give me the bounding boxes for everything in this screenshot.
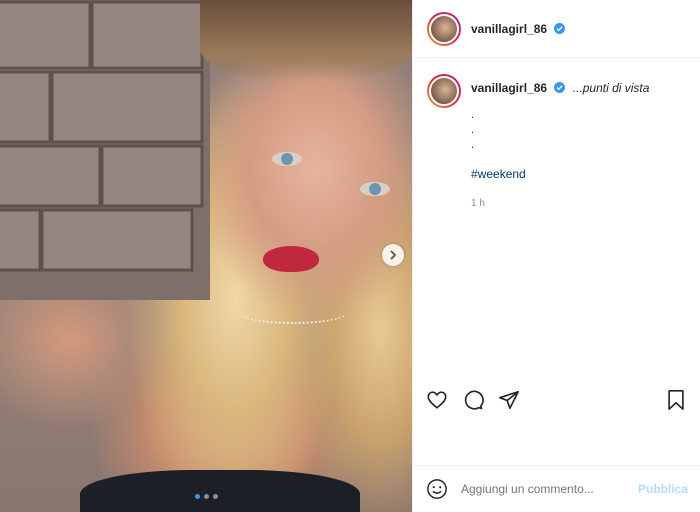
hair bbox=[200, 0, 412, 80]
caption-username[interactable]: vanillagirl_86 bbox=[471, 81, 569, 95]
caption-comment: vanillagirl_86 ...punti di vista . . . #… bbox=[427, 74, 690, 211]
post-photo[interactable] bbox=[0, 0, 412, 512]
post-time[interactable]: 1 h bbox=[471, 196, 690, 211]
verified-badge-icon bbox=[554, 22, 566, 34]
chevron-right-icon bbox=[390, 250, 397, 260]
hashtag-link[interactable]: #weekend bbox=[471, 167, 690, 182]
post-side-panel: vanillagirl_86 vanillagirl_86 ...punti d… bbox=[412, 0, 700, 512]
paper-plane-icon bbox=[499, 390, 519, 410]
save-button[interactable] bbox=[664, 388, 688, 412]
caption-dot: . bbox=[471, 139, 475, 151]
like-button[interactable] bbox=[425, 388, 449, 412]
emoji-button[interactable] bbox=[425, 477, 449, 501]
necklace bbox=[238, 300, 348, 324]
eye-left bbox=[272, 152, 302, 166]
caption-avatar[interactable] bbox=[427, 74, 461, 108]
caption-text: ...punti di vista bbox=[572, 81, 650, 95]
share-button[interactable] bbox=[497, 388, 521, 412]
verified-badge-icon bbox=[554, 82, 566, 93]
carousel-dot bbox=[204, 494, 209, 499]
comment-button[interactable] bbox=[461, 388, 485, 412]
carousel-dot bbox=[213, 494, 218, 499]
author-username[interactable]: vanillagirl_86 bbox=[471, 22, 566, 36]
add-comment-bar: Pubblica bbox=[413, 465, 700, 512]
emoji-icon bbox=[427, 479, 447, 499]
publish-button[interactable]: Pubblica bbox=[638, 482, 688, 496]
caption-dot: . bbox=[471, 109, 475, 121]
lips bbox=[263, 246, 319, 272]
brick-wall-background bbox=[0, 0, 210, 300]
carousel-next-button[interactable] bbox=[382, 244, 404, 266]
eye-right bbox=[360, 182, 390, 196]
bookmark-icon bbox=[668, 390, 684, 410]
caption-dot: . bbox=[471, 124, 475, 136]
post-actions bbox=[413, 382, 700, 418]
comment-input[interactable] bbox=[461, 482, 638, 496]
dress bbox=[80, 470, 360, 512]
author-avatar[interactable] bbox=[427, 11, 461, 46]
carousel-dot bbox=[195, 494, 200, 499]
post-header: vanillagirl_86 bbox=[413, 0, 700, 58]
heart-icon bbox=[427, 391, 447, 409]
carousel-indicator bbox=[195, 494, 218, 499]
comment-bubble-icon bbox=[464, 390, 484, 410]
